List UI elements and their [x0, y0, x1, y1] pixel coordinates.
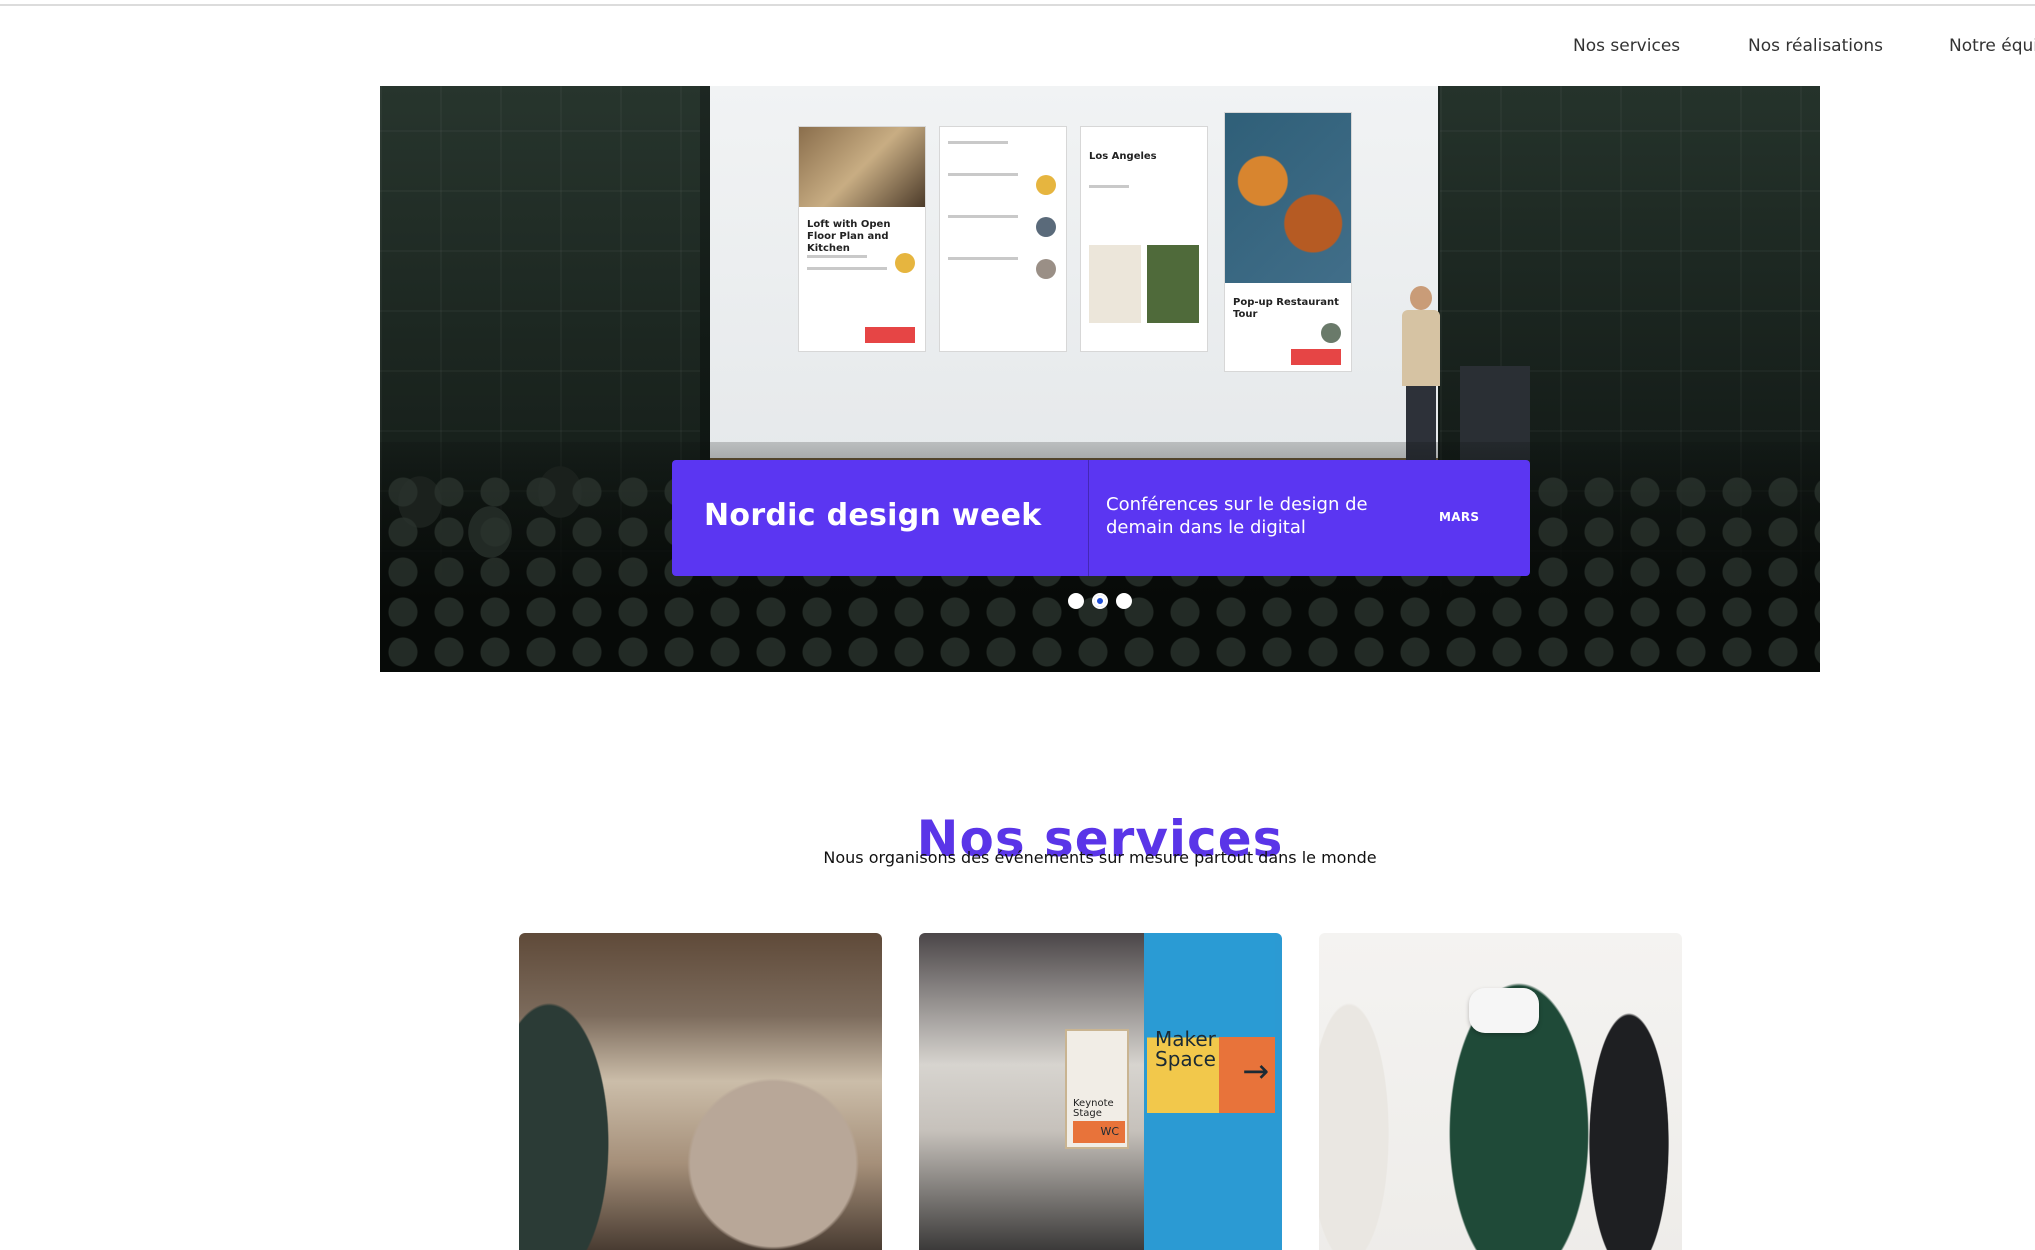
- carousel-dot-3[interactable]: [1116, 593, 1132, 609]
- avatar: [1036, 259, 1056, 279]
- avatar: [1321, 323, 1341, 343]
- presenter-head: [1410, 286, 1432, 310]
- wc-sign: WC: [1073, 1121, 1125, 1143]
- carousel-dot-1[interactable]: [1068, 593, 1084, 609]
- mockup-line: [948, 215, 1018, 218]
- mockup-line: [948, 257, 1018, 260]
- keynote-sign: Keynote Stage WC: [1065, 1029, 1129, 1149]
- mockup-line: [807, 267, 887, 270]
- screen-mockup-card: Los Angeles: [1080, 126, 1208, 352]
- book-cover: [1089, 245, 1141, 323]
- mockup-line: [948, 141, 1008, 144]
- event-title: Nordic design week: [704, 498, 1042, 533]
- mockup-line: [807, 255, 867, 258]
- main-nav: Nos services Nos réalisations Notre équi…: [0, 30, 2035, 64]
- event-description: Conférences sur le design de demain dans…: [1106, 494, 1368, 538]
- maker-space-sign: Maker Space →: [1147, 933, 1275, 1113]
- nav-link-realisations[interactable]: Nos réalisations: [1748, 36, 1883, 56]
- event-banner-divider: [1088, 460, 1089, 576]
- book-cover: [1147, 245, 1199, 323]
- avatar: [1036, 175, 1056, 195]
- screen-mockup-card: Loft with Open Floor Plan and Kitchen: [798, 126, 926, 352]
- service-card-dinner[interactable]: [519, 933, 882, 1250]
- screen-mockup-card: Pop-up Restaurant Tour: [1224, 112, 1352, 372]
- keynote-sign-text: Keynote Stage: [1073, 1098, 1114, 1119]
- mockup-photo: [1225, 113, 1351, 283]
- mockup-title: Pop-up Restaurant Tour: [1233, 297, 1339, 320]
- screen-mockup-card: [939, 126, 1067, 352]
- mockup-line: [1089, 185, 1129, 188]
- mockup-line: [948, 173, 1018, 176]
- browser-top-rule: [0, 0, 2035, 6]
- nav-link-equipe[interactable]: Notre équip: [1949, 36, 2035, 56]
- vr-headset: [1469, 988, 1539, 1033]
- service-card-venue[interactable]: Keynote Stage WC Maker Space →: [919, 933, 1282, 1250]
- avatar: [1036, 217, 1056, 237]
- presentation-screen: Loft with Open Floor Plan and Kitchen Lo…: [710, 86, 1438, 458]
- nav-link-services[interactable]: Nos services: [1573, 36, 1680, 56]
- page: Nos services Nos réalisations Notre équi…: [0, 0, 2035, 1250]
- service-card-vr[interactable]: [1319, 933, 1682, 1250]
- event-month: MARS: [1439, 510, 1480, 524]
- hero-carousel: Loft with Open Floor Plan and Kitchen Lo…: [380, 86, 1820, 672]
- presenter-body: [1402, 310, 1440, 386]
- event-banner[interactable]: Nordic design week Conférences sur le de…: [672, 460, 1530, 576]
- mockup-title: Loft with Open Floor Plan and Kitchen: [807, 219, 891, 254]
- mockup-book-button: [865, 327, 915, 343]
- mockup-photo: [799, 127, 925, 207]
- carousel-dot-2-active[interactable]: [1092, 593, 1108, 609]
- avatar: [895, 253, 915, 273]
- mockup-book-button: [1291, 349, 1341, 365]
- services-subtitle: Nous organisons des événements sur mesur…: [823, 848, 1377, 867]
- mockup-title: Los Angeles: [1089, 151, 1157, 162]
- arrow-right-icon: →: [1242, 1052, 1269, 1090]
